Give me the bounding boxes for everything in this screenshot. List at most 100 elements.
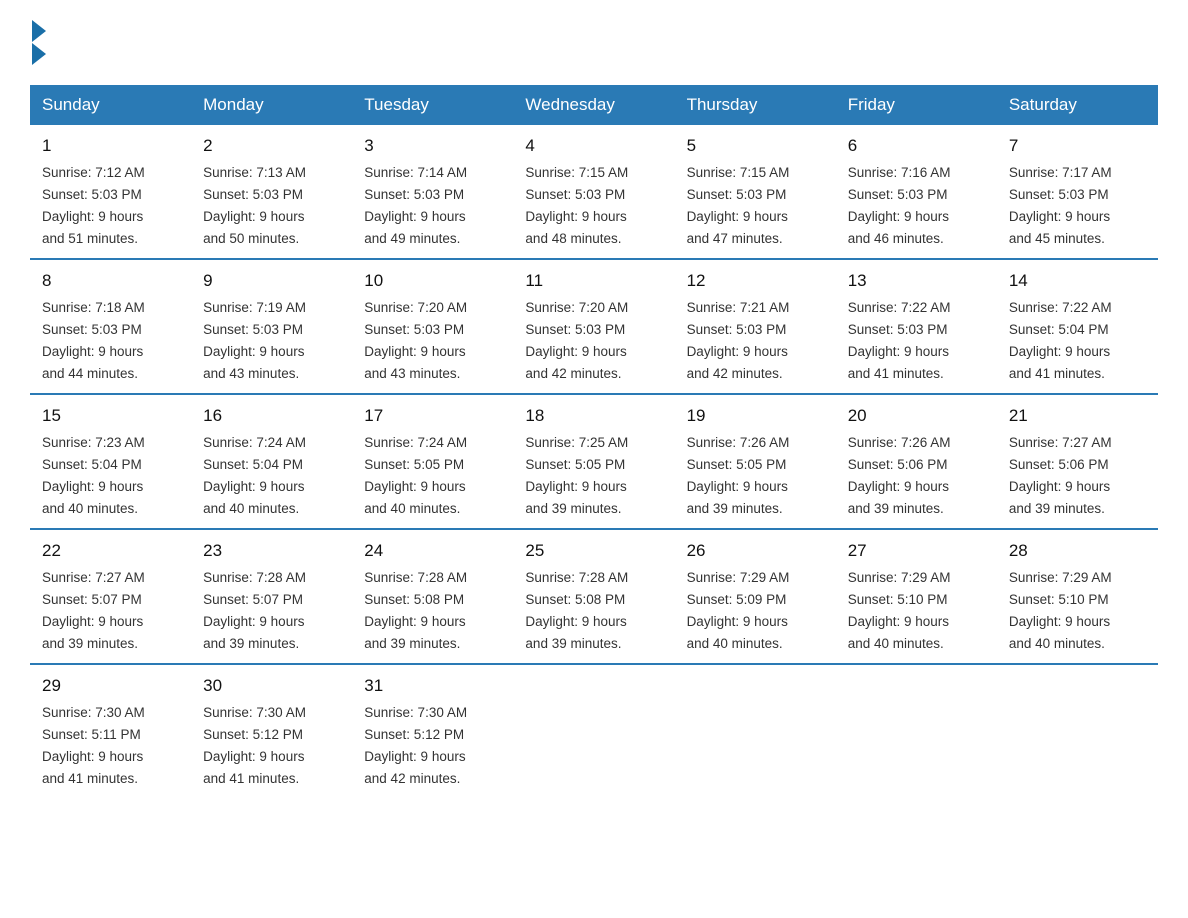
col-header-thursday: Thursday bbox=[675, 85, 836, 125]
col-header-wednesday: Wednesday bbox=[513, 85, 674, 125]
day-cell: 21Sunrise: 7:27 AMSunset: 5:06 PMDayligh… bbox=[997, 394, 1158, 529]
day-number: 23 bbox=[203, 538, 340, 564]
day-info: Sunrise: 7:29 AMSunset: 5:09 PMDaylight:… bbox=[687, 570, 790, 651]
day-number: 4 bbox=[525, 133, 662, 159]
day-info: Sunrise: 7:22 AMSunset: 5:03 PMDaylight:… bbox=[848, 300, 951, 381]
day-number: 12 bbox=[687, 268, 824, 294]
col-header-sunday: Sunday bbox=[30, 85, 191, 125]
day-number: 13 bbox=[848, 268, 985, 294]
day-cell: 22 Sunrise: 7:27 AMSunset: 5:07 PMDayligh… bbox=[30, 529, 191, 664]
day-cell: 12 Sunrise: 7:21 AMSunset: 5:03 PMDayligh… bbox=[675, 259, 836, 394]
day-info: Sunrise: 7:29 AMSunset: 5:10 PMDaylight:… bbox=[1009, 570, 1112, 651]
day-cell: 24Sunrise: 7:28 AMSunset: 5:08 PMDayligh… bbox=[352, 529, 513, 664]
day-number: 22 bbox=[42, 538, 179, 564]
day-number: 9 bbox=[203, 268, 340, 294]
day-info: Sunrise: 7:30 AMSunset: 5:12 PMDaylight:… bbox=[203, 705, 306, 786]
day-number: 6 bbox=[848, 133, 985, 159]
day-info: Sunrise: 7:26 AMSunset: 5:05 PMDaylight:… bbox=[687, 435, 790, 516]
day-info: Sunrise: 7:30 AMSunset: 5:12 PMDaylight:… bbox=[364, 705, 467, 786]
day-cell: 10 Sunrise: 7:20 AMSunset: 5:03 PMDayligh… bbox=[352, 259, 513, 394]
day-number: 26 bbox=[687, 538, 824, 564]
day-cell: 20 Sunrise: 7:26 AMSunset: 5:06 PMDayligh… bbox=[836, 394, 997, 529]
day-cell: 31 Sunrise: 7:30 AMSunset: 5:12 PMDayligh… bbox=[352, 664, 513, 798]
day-info: Sunrise: 7:20 AMSunset: 5:03 PMDaylight:… bbox=[364, 300, 467, 381]
day-info: Sunrise: 7:17 AMSunset: 5:03 PMDaylight:… bbox=[1009, 165, 1112, 246]
day-info: Sunrise: 7:15 AMSunset: 5:03 PMDaylight:… bbox=[687, 165, 790, 246]
day-info: Sunrise: 7:22 AMSunset: 5:04 PMDaylight:… bbox=[1009, 300, 1112, 381]
day-info: Sunrise: 7:30 AMSunset: 5:11 PMDaylight:… bbox=[42, 705, 145, 786]
day-cell bbox=[836, 664, 997, 798]
day-number: 19 bbox=[687, 403, 824, 429]
day-info: Sunrise: 7:25 AMSunset: 5:05 PMDaylight:… bbox=[525, 435, 628, 516]
col-header-saturday: Saturday bbox=[997, 85, 1158, 125]
day-number: 24 bbox=[364, 538, 501, 564]
day-number: 7 bbox=[1009, 133, 1146, 159]
day-cell: 19 Sunrise: 7:26 AMSunset: 5:05 PMDayligh… bbox=[675, 394, 836, 529]
day-cell: 18 Sunrise: 7:25 AMSunset: 5:05 PMDayligh… bbox=[513, 394, 674, 529]
col-header-monday: Monday bbox=[191, 85, 352, 125]
week-row-3: 15Sunrise: 7:23 AMSunset: 5:04 PMDayligh… bbox=[30, 394, 1158, 529]
calendar-header-row: SundayMondayTuesdayWednesdayThursdayFrid… bbox=[30, 85, 1158, 125]
day-info: Sunrise: 7:16 AMSunset: 5:03 PMDaylight:… bbox=[848, 165, 951, 246]
day-cell: 8 Sunrise: 7:18 AMSunset: 5:03 PMDaylight… bbox=[30, 259, 191, 394]
day-cell: 15Sunrise: 7:23 AMSunset: 5:04 PMDayligh… bbox=[30, 394, 191, 529]
day-cell: 4 Sunrise: 7:15 AMSunset: 5:03 PMDaylight… bbox=[513, 125, 674, 259]
day-cell: 23 Sunrise: 7:28 AMSunset: 5:07 PMDayligh… bbox=[191, 529, 352, 664]
day-info: Sunrise: 7:14 AMSunset: 5:03 PMDaylight:… bbox=[364, 165, 467, 246]
day-number: 15 bbox=[42, 403, 179, 429]
day-info: Sunrise: 7:27 AMSunset: 5:06 PMDaylight:… bbox=[1009, 435, 1112, 516]
day-number: 14 bbox=[1009, 268, 1146, 294]
day-info: Sunrise: 7:26 AMSunset: 5:06 PMDaylight:… bbox=[848, 435, 951, 516]
day-cell: 16Sunrise: 7:24 AMSunset: 5:04 PMDayligh… bbox=[191, 394, 352, 529]
day-cell: 27 Sunrise: 7:29 AMSunset: 5:10 PMDayligh… bbox=[836, 529, 997, 664]
day-number: 10 bbox=[364, 268, 501, 294]
day-number: 1 bbox=[42, 133, 179, 159]
day-cell: 14 Sunrise: 7:22 AMSunset: 5:04 PMDayligh… bbox=[997, 259, 1158, 394]
day-cell: 17 Sunrise: 7:24 AMSunset: 5:05 PMDayligh… bbox=[352, 394, 513, 529]
day-cell: 28Sunrise: 7:29 AMSunset: 5:10 PMDayligh… bbox=[997, 529, 1158, 664]
calendar-table: SundayMondayTuesdayWednesdayThursdayFrid… bbox=[30, 85, 1158, 798]
day-number: 3 bbox=[364, 133, 501, 159]
day-cell: 30 Sunrise: 7:30 AMSunset: 5:12 PMDayligh… bbox=[191, 664, 352, 798]
day-info: Sunrise: 7:24 AMSunset: 5:05 PMDaylight:… bbox=[364, 435, 467, 516]
day-info: Sunrise: 7:28 AMSunset: 5:08 PMDaylight:… bbox=[525, 570, 628, 651]
day-cell: 26 Sunrise: 7:29 AMSunset: 5:09 PMDayligh… bbox=[675, 529, 836, 664]
day-info: Sunrise: 7:29 AMSunset: 5:10 PMDaylight:… bbox=[848, 570, 951, 651]
day-info: Sunrise: 7:21 AMSunset: 5:03 PMDaylight:… bbox=[687, 300, 790, 381]
day-info: Sunrise: 7:15 AMSunset: 5:03 PMDaylight:… bbox=[525, 165, 628, 246]
day-cell: 6 Sunrise: 7:16 AMSunset: 5:03 PMDaylight… bbox=[836, 125, 997, 259]
logo-arrow-down-icon bbox=[32, 43, 46, 65]
day-info: Sunrise: 7:27 AMSunset: 5:07 PMDaylight:… bbox=[42, 570, 145, 651]
day-number: 17 bbox=[364, 403, 501, 429]
day-number: 30 bbox=[203, 673, 340, 699]
day-number: 18 bbox=[525, 403, 662, 429]
day-number: 27 bbox=[848, 538, 985, 564]
week-row-5: 29 Sunrise: 7:30 AMSunset: 5:11 PMDayligh… bbox=[30, 664, 1158, 798]
page-header bbox=[30, 20, 1158, 65]
day-cell: 13 Sunrise: 7:22 AMSunset: 5:03 PMDayligh… bbox=[836, 259, 997, 394]
col-header-tuesday: Tuesday bbox=[352, 85, 513, 125]
day-cell bbox=[513, 664, 674, 798]
day-number: 16 bbox=[203, 403, 340, 429]
day-info: Sunrise: 7:19 AMSunset: 5:03 PMDaylight:… bbox=[203, 300, 306, 381]
day-number: 2 bbox=[203, 133, 340, 159]
col-header-friday: Friday bbox=[836, 85, 997, 125]
day-cell: 5 Sunrise: 7:15 AMSunset: 5:03 PMDaylight… bbox=[675, 125, 836, 259]
day-cell: 25 Sunrise: 7:28 AMSunset: 5:08 PMDayligh… bbox=[513, 529, 674, 664]
day-number: 31 bbox=[364, 673, 501, 699]
day-info: Sunrise: 7:28 AMSunset: 5:07 PMDaylight:… bbox=[203, 570, 306, 651]
day-info: Sunrise: 7:18 AMSunset: 5:03 PMDaylight:… bbox=[42, 300, 145, 381]
day-number: 20 bbox=[848, 403, 985, 429]
day-number: 25 bbox=[525, 538, 662, 564]
logo-arrow-up-icon bbox=[32, 20, 46, 42]
day-number: 5 bbox=[687, 133, 824, 159]
day-cell bbox=[997, 664, 1158, 798]
day-number: 29 bbox=[42, 673, 179, 699]
day-cell: 3 Sunrise: 7:14 AMSunset: 5:03 PMDaylight… bbox=[352, 125, 513, 259]
logo bbox=[30, 20, 48, 65]
day-number: 8 bbox=[42, 268, 179, 294]
day-cell: 7 Sunrise: 7:17 AMSunset: 5:03 PMDaylight… bbox=[997, 125, 1158, 259]
logo-arrows bbox=[32, 20, 46, 65]
day-info: Sunrise: 7:13 AMSunset: 5:03 PMDaylight:… bbox=[203, 165, 306, 246]
day-cell: 9 Sunrise: 7:19 AMSunset: 5:03 PMDaylight… bbox=[191, 259, 352, 394]
